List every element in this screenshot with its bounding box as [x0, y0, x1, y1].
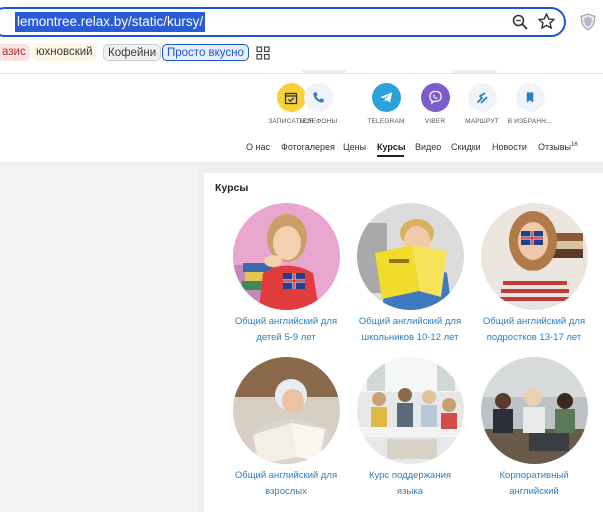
active-nav-underline: [377, 155, 404, 157]
course-name-line1: Курс поддержания: [368, 470, 452, 481]
nav-video[interactable]: Видео: [415, 142, 441, 152]
telegram-icon: [379, 92, 392, 103]
favorites-circle[interactable]: [515, 83, 545, 112]
course-name-line2: детей 5-9 лет: [256, 332, 316, 343]
course-name-line2: школьников 10-12 лет: [361, 332, 459, 343]
course-name[interactable]: Корпоративный английский: [472, 468, 596, 500]
classroom-photo: [356, 357, 464, 464]
course-card[interactable]: Общий английский для детей 5-9 лет: [224, 203, 348, 346]
course-name[interactable]: Общий английский для подростков 13-17 ле…: [472, 314, 596, 346]
course-name-line2: английский: [509, 486, 559, 497]
section-title: Курсы: [215, 182, 249, 194]
course-card[interactable]: Общий английский для взрослых: [224, 357, 348, 500]
course-name-line1: Общий английский для: [358, 316, 462, 327]
header-decoration: [302, 70, 497, 73]
bookmark-item[interactable]: Кофейни: [103, 44, 162, 61]
reviews-count-badge: 16: [570, 142, 578, 148]
viber-circle[interactable]: [420, 83, 450, 112]
phones-label: ТЕЛЕФОНЫ: [298, 118, 338, 125]
course-card[interactable]: Общий английский для школьников 10-12 ле…: [348, 203, 472, 346]
extension-shield-icon[interactable]: [580, 13, 596, 31]
route-circle[interactable]: [467, 83, 497, 112]
course-photo[interactable]: [232, 203, 340, 310]
adult-reading-photo: [232, 357, 340, 464]
teen-girl-photo: [480, 203, 588, 310]
course-card[interactable]: Общий английский для подростков 13-17 ле…: [472, 203, 596, 346]
course-photo[interactable]: [480, 203, 588, 310]
course-name-line1: Корпоративный: [499, 470, 569, 481]
apps-grid-icon[interactable]: [256, 46, 270, 60]
corporate-photo: [480, 357, 588, 464]
course-photo[interactable]: [480, 357, 588, 464]
nav-prices[interactable]: Цены: [343, 142, 366, 152]
bookmark-item[interactable]: азис: [0, 44, 30, 61]
telegram-circle[interactable]: [371, 83, 401, 112]
route-icon: [477, 92, 488, 103]
course-photo[interactable]: [356, 357, 464, 464]
course-name-line1: Общий английский для: [234, 470, 338, 481]
favorites-button[interactable]: В ИЗБРАНН...: [501, 83, 559, 125]
course-card[interactable]: Курс поддержания языка: [348, 357, 472, 500]
nav-courses[interactable]: Курсы: [377, 142, 406, 152]
course-name-line2: подростков 13-17 лет: [486, 332, 582, 343]
boy-reading-photo: [356, 203, 464, 310]
viber-icon: [428, 90, 442, 105]
nav-news[interactable]: Новости: [492, 142, 527, 152]
course-photo[interactable]: [232, 357, 340, 464]
course-name-line2: языка: [397, 486, 423, 497]
favorites-label: В ИЗБРАНН...: [507, 118, 553, 125]
zoom-icon[interactable]: [511, 13, 529, 31]
browser-toolbar: lemontree.relax.by/static/kursy/: [0, 0, 603, 44]
bookmark-item[interactable]: юхновский: [32, 44, 97, 61]
course-name[interactable]: Курс поддержания языка: [348, 468, 472, 500]
left-sidebar: [0, 163, 198, 512]
course-name[interactable]: Общий английский для взрослых: [224, 468, 348, 500]
course-name-line2: взрослых: [265, 486, 307, 497]
course-card[interactable]: Корпоративный английский: [472, 357, 596, 500]
nav-about[interactable]: О нас: [246, 142, 270, 152]
course-name[interactable]: Общий английский для детей 5-9 лет: [224, 314, 348, 346]
bookmark-item[interactable]: Просто вкусно: [162, 44, 249, 61]
nav-reviews-label: Отзывы: [538, 142, 571, 152]
phone-icon: [312, 92, 324, 103]
courses-card: Курсы Общий английский для детей 5-9 лет…: [204, 173, 603, 512]
nav-discounts[interactable]: Скидки: [451, 142, 481, 152]
site-header: ЗАПИСАТЬСЯ ТЕЛЕФОНЫ TELEGRAM VIBER МАРШР…: [0, 70, 603, 163]
course-name-line1: Общий английский для: [234, 316, 338, 327]
bookmark-icon: [526, 92, 534, 103]
course-name[interactable]: Общий английский для школьников 10-12 ле…: [348, 314, 472, 346]
phones-button[interactable]: ТЕЛЕФОНЫ: [289, 83, 347, 125]
phones-circle[interactable]: [303, 83, 333, 112]
url-input[interactable]: lemontree.relax.by/static/kursy/: [15, 12, 206, 32]
main-content: Курсы Общий английский для детей 5-9 лет…: [198, 163, 603, 512]
nav-gallery[interactable]: Фотогалерея: [281, 142, 335, 152]
course-name-line1: Общий английский для: [482, 316, 586, 327]
bookmark-star-icon[interactable]: [537, 12, 556, 31]
nav-reviews[interactable]: Отзывы16: [538, 142, 578, 152]
girl-photo: [232, 203, 340, 310]
course-photo[interactable]: [356, 203, 464, 310]
